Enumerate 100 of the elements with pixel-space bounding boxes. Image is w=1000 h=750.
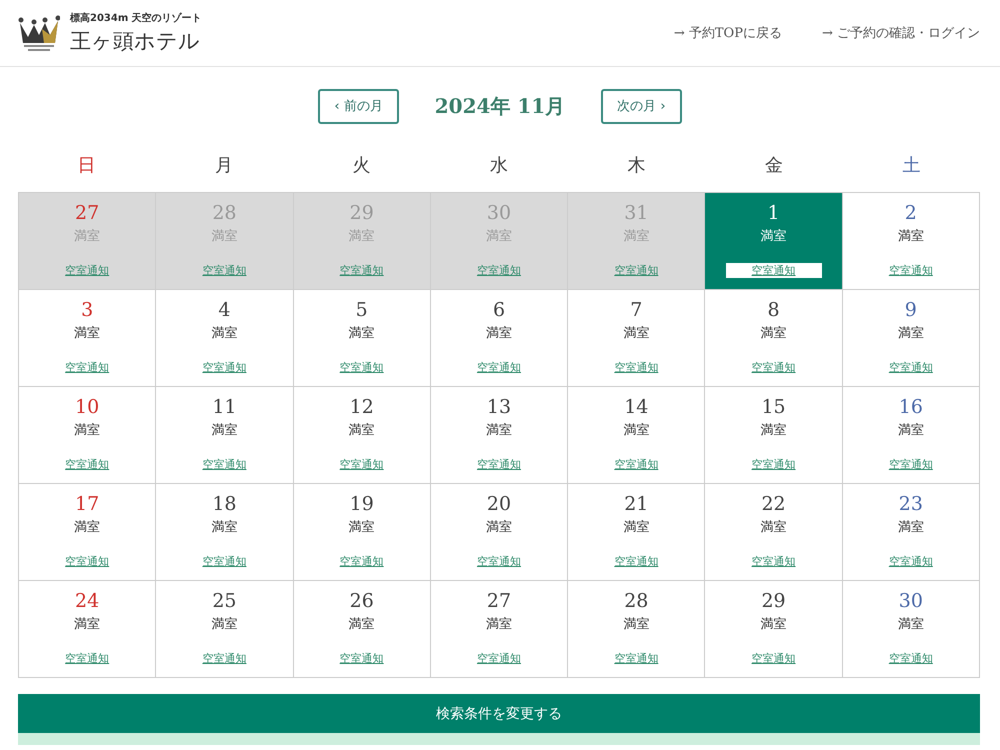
vacancy-notice-link[interactable]: 空室通知 — [340, 263, 384, 278]
vacancy-notice-link[interactable]: 空室通知 — [888, 554, 933, 569]
day-number: 21 — [624, 493, 648, 515]
calendar-day-cell[interactable]: 14 満室 空室通知 — [568, 387, 706, 484]
vacancy-notice-link[interactable]: 空室通知 — [614, 457, 658, 472]
previous-month-button[interactable]: ‹ 前の月 — [318, 88, 399, 124]
calendar-day-cell[interactable]: 1 満室 空室通知 — [705, 193, 843, 290]
calendar-day-cell[interactable]: 29 満室 空室通知 — [705, 581, 843, 678]
vacancy-notice-link[interactable]: 空室通知 — [752, 360, 796, 375]
calendar-day-cell[interactable]: 12 満室 空室通知 — [294, 387, 431, 484]
vacancy-notice-link[interactable]: 空室通知 — [476, 554, 521, 569]
day-number: 4 — [218, 299, 230, 321]
vacancy-notice-link[interactable]: 空室通知 — [888, 263, 933, 278]
vacancy-notice-link[interactable]: 空室通知 — [888, 651, 933, 666]
calendar-day-cell[interactable]: 21 満室 空室通知 — [568, 484, 706, 581]
calendar-day-cell[interactable]: 13 満室 空室通知 — [430, 387, 568, 484]
weekday-label: 木 — [626, 154, 646, 178]
day-number: 27 — [486, 590, 512, 612]
hotel-name: 王ヶ頭ホテル — [70, 28, 201, 55]
calendar-day-cell[interactable]: 30 満室 空室通知 — [842, 581, 980, 678]
day-number: 20 — [486, 493, 512, 515]
calendar-day-cell[interactable]: 3 満室 空室通知 — [19, 290, 156, 387]
calendar-day-cell[interactable]: 18 満室 空室通知 — [156, 484, 294, 581]
calendar-day-cell[interactable]: 7 満室 空室通知 — [568, 290, 706, 387]
calendar-day-cell[interactable]: 31 満室 空室通知 — [568, 193, 706, 290]
header-link[interactable]: → 予約TOPに戻る — [674, 24, 782, 42]
calendar-day-cell[interactable]: 5 満室 空室通知 — [294, 290, 431, 387]
vacancy-notice-link[interactable]: 空室通知 — [476, 457, 521, 472]
calendar-day-cell[interactable]: 28 満室 空室通知 — [568, 581, 706, 678]
day-number: 18 — [212, 493, 237, 515]
vacancy-notice-link[interactable]: 空室通知 — [614, 263, 658, 278]
day-number: 8 — [768, 299, 780, 321]
vacancy-notice-link[interactable]: 空室通知 — [340, 651, 384, 666]
vacancy-notice-link[interactable]: 空室通知 — [202, 651, 246, 666]
calendar-day-cell[interactable]: 9 満室 空室通知 — [842, 290, 980, 387]
availability-status: 満室 — [348, 616, 375, 633]
calendar-day-cell[interactable]: 4 満室 空室通知 — [156, 290, 294, 387]
calendar-day-cell[interactable]: 24 満室 空室通知 — [19, 581, 156, 678]
day-number: 29 — [761, 590, 786, 612]
vacancy-notice-link[interactable]: 空室通知 — [202, 457, 246, 472]
vacancy-notice-link[interactable]: 空室通知 — [65, 651, 110, 666]
calendar-day-cell[interactable]: 2 満室 空室通知 — [842, 193, 980, 290]
day-number: 27 — [75, 202, 100, 224]
vacancy-notice-link[interactable]: 空室通知 — [888, 360, 933, 375]
calendar-day-cell[interactable]: 6 満室 空室通知 — [430, 290, 568, 387]
vacancy-notice-link[interactable]: 空室通知 — [65, 457, 110, 472]
day-number: 6 — [492, 299, 506, 321]
change-search-button[interactable]: 検索条件を変更する — [18, 694, 980, 733]
vacancy-notice-link[interactable]: 空室通知 — [888, 457, 933, 472]
calendar-day-cell[interactable]: 26 満室 空室通知 — [294, 581, 431, 678]
calendar-day-cell[interactable]: 16 満室 空室通知 — [842, 387, 980, 484]
availability-status: 満室 — [486, 228, 512, 245]
vacancy-notice-link[interactable]: 空室通知 — [340, 360, 384, 375]
hotel-tagline: 標高2034m 天空のリゾート — [70, 11, 202, 25]
vacancy-notice-link[interactable]: 空室通知 — [614, 651, 658, 666]
availability-status: 満室 — [760, 325, 787, 342]
availability-status: 満室 — [486, 325, 512, 342]
vacancy-notice-link[interactable]: 空室通知 — [65, 263, 110, 278]
calendar-day-cell[interactable]: 27 満室 空室通知 — [19, 193, 156, 290]
vacancy-notice-link[interactable]: 空室通知 — [752, 651, 796, 666]
vacancy-notice-link[interactable]: 空室通知 — [614, 554, 658, 569]
vacancy-notice-link[interactable]: 空室通知 — [726, 263, 822, 278]
next-month-button[interactable]: 次の月 › — [601, 88, 682, 124]
day-number: 14 — [624, 396, 648, 418]
vacancy-notice-link[interactable]: 空室通知 — [340, 554, 384, 569]
calendar-day-cell[interactable]: 30 満室 空室通知 — [430, 193, 568, 290]
weekday-label: 土 — [901, 154, 922, 178]
vacancy-notice-link[interactable]: 空室通知 — [340, 457, 384, 472]
calendar-day-cell[interactable]: 10 満室 空室通知 — [19, 387, 156, 484]
calendar-day-cell[interactable]: 19 満室 空室通知 — [294, 484, 431, 581]
calendar-day-cell[interactable]: 17 満室 空室通知 — [19, 484, 156, 581]
vacancy-notice-link[interactable]: 空室通知 — [614, 360, 658, 375]
availability-status: 満室 — [760, 616, 787, 633]
vacancy-notice-link[interactable]: 空室通知 — [65, 360, 110, 375]
vacancy-notice-link[interactable]: 空室通知 — [476, 263, 521, 278]
vacancy-notice-link[interactable]: 空室通知 — [752, 554, 796, 569]
vacancy-notice-link[interactable]: 空室通知 — [202, 360, 246, 375]
day-number: 28 — [624, 590, 648, 612]
availability-status: 満室 — [74, 519, 100, 536]
availability-status: 満室 — [486, 422, 512, 439]
weekday-label: 月 — [214, 154, 234, 178]
vacancy-notice-link[interactable]: 空室通知 — [476, 651, 521, 666]
calendar-day-cell[interactable]: 25 満室 空室通知 — [156, 581, 294, 678]
calendar-day-cell[interactable]: 29 満室 空室通知 — [294, 193, 431, 290]
calendar-day-cell[interactable]: 20 満室 空室通知 — [430, 484, 568, 581]
calendar-day-cell[interactable]: 15 満室 空室通知 — [705, 387, 843, 484]
calendar-day-cell[interactable]: 22 満室 空室通知 — [705, 484, 843, 581]
calendar-day-cell[interactable]: 28 満室 空室通知 — [156, 193, 294, 290]
vacancy-notice-link[interactable]: 空室通知 — [476, 360, 521, 375]
vacancy-notice-link[interactable]: 空室通知 — [202, 554, 246, 569]
calendar-day-cell[interactable]: 11 満室 空室通知 — [156, 387, 294, 484]
availability-status: 満室 — [348, 422, 375, 439]
calendar-day-cell[interactable]: 8 満室 空室通知 — [705, 290, 843, 387]
vacancy-notice-link[interactable]: 空室通知 — [65, 554, 110, 569]
calendar-day-cell[interactable]: 27 満室 空室通知 — [430, 581, 568, 678]
header-link[interactable]: → ご予約の確認・ログイン — [822, 24, 980, 42]
calendar-day-cell[interactable]: 23 満室 空室通知 — [842, 484, 980, 581]
vacancy-notice-link[interactable]: 空室通知 — [752, 457, 796, 472]
availability-status: 満室 — [348, 519, 375, 536]
vacancy-notice-link[interactable]: 空室通知 — [202, 263, 246, 278]
